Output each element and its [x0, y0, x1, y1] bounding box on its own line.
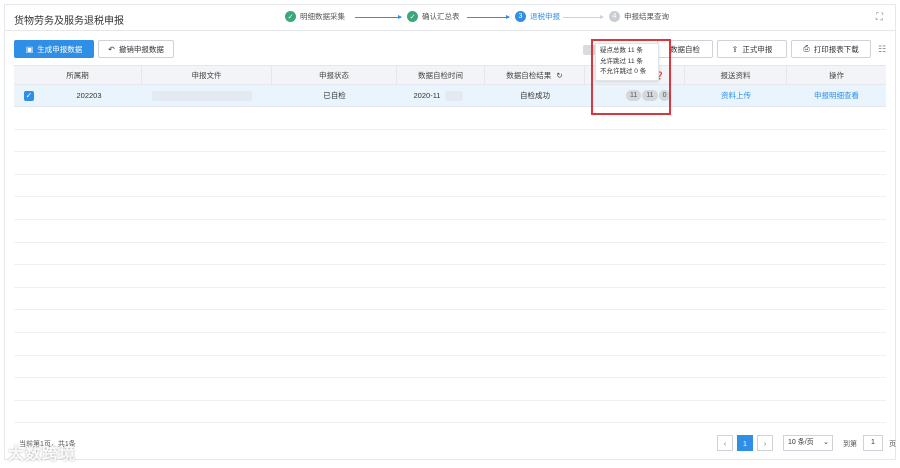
step-2[interactable]: ✓ 确认汇总表: [407, 11, 460, 22]
check-icon: ✓: [407, 11, 418, 22]
generate-data-label: 生成申报数据: [37, 44, 83, 54]
goto-page-input[interactable]: 1: [863, 435, 883, 451]
empty-row: [14, 288, 886, 311]
cell-period: 202203: [76, 91, 102, 100]
app-frame: 货物劳务及服务退税申报 ✓ 明细数据采集 ✓ 确认汇总表 3 退税申报 4 申报…: [4, 4, 896, 460]
formal-declare-button[interactable]: ⇪ 正式申报: [717, 40, 787, 58]
document-icon: ▣: [25, 44, 34, 54]
cell-status: 已自检: [323, 91, 346, 100]
generate-data-button[interactable]: ▣ 生成申报数据: [14, 40, 94, 58]
chevron-down-icon: ⌄: [823, 439, 829, 446]
declaration-table: 所属期 申报文件 申报状态 数据自检时间 数据自检结果 ↻ ❓ 报送资料 操作 …: [14, 65, 886, 424]
upload-materials-link[interactable]: 资料上传: [685, 85, 787, 107]
page-size-value: 10 条/页: [788, 439, 814, 446]
step-arrow: [467, 15, 510, 19]
undo-icon: ↶: [108, 44, 115, 54]
page-title: 货物劳务及服务退税申报: [14, 16, 124, 27]
step-3[interactable]: 3 退税申报: [515, 11, 560, 22]
empty-row: [14, 130, 886, 153]
formal-declare-label: 正式申报: [742, 44, 773, 54]
goto-label: 到第: [843, 441, 857, 448]
empty-row: [14, 265, 886, 288]
watermark-text: 大数跨境: [8, 446, 77, 463]
step-number-icon: 4: [609, 11, 620, 22]
step-3-label: 退税申报: [530, 12, 560, 21]
step-1[interactable]: ✓ 明细数据采集: [285, 11, 345, 22]
prev-page-button[interactable]: ‹: [717, 435, 733, 451]
page-header: 货物劳务及服务退税申报 ✓ 明细数据采集 ✓ 确认汇总表 3 退税申报 4 申报…: [5, 5, 895, 31]
annotation-highlight-box: [591, 39, 671, 115]
step-arrow: [355, 15, 402, 19]
table-row[interactable]: ✓ 202203 已自检 2020-11 自检成功 11 11 0 资料上传 申…: [14, 85, 886, 107]
brand-watermark: 大数跨境: [8, 440, 76, 464]
empty-row: [14, 401, 886, 424]
empty-row: [14, 107, 886, 130]
step-number-icon: 3: [515, 11, 526, 22]
chevron-right-icon: ›: [763, 438, 767, 448]
step-arrow: [563, 15, 604, 19]
empty-row: [14, 243, 886, 266]
empty-row: [14, 378, 886, 401]
empty-row: [14, 310, 886, 333]
empty-row: [14, 220, 886, 243]
revoke-data-button[interactable]: ↶ 撤销申报数据: [98, 40, 174, 58]
print-download-button[interactable]: ⎙ 打印报表下载: [791, 40, 871, 58]
page-unit-label: 页: [889, 441, 896, 448]
empty-row: [14, 152, 886, 175]
col-header-check-time: 数据自检时间: [397, 66, 485, 86]
chevron-left-icon: ‹: [723, 438, 727, 448]
empty-row: [14, 197, 886, 220]
upload-icon: ⇪: [731, 44, 739, 54]
masked-time: [445, 91, 463, 101]
step-4-label: 申报结果查询: [624, 12, 669, 21]
table-header: 所属期 申报文件 申报状态 数据自检时间 数据自检结果 ↻ ❓ 报送资料 操作: [14, 65, 886, 86]
print-download-label: 打印报表下载: [813, 44, 859, 54]
col-header-check-result-label: 数据自检结果: [506, 71, 552, 80]
step-4[interactable]: 4 申报结果查询: [609, 11, 669, 22]
next-page-button[interactable]: ›: [757, 435, 773, 451]
check-icon: ✓: [285, 11, 296, 22]
step-1-label: 明细数据采集: [300, 12, 345, 21]
step-2-label: 确认汇总表: [422, 12, 460, 21]
col-header-check-result[interactable]: 数据自检结果 ↻: [485, 66, 585, 86]
page-number-button[interactable]: 1: [737, 435, 753, 451]
empty-row: [14, 175, 886, 198]
printer-icon: ⎙: [803, 44, 810, 53]
view-details-link[interactable]: 申报明细查看: [787, 85, 886, 107]
col-header-period: 所属期: [14, 66, 142, 86]
empty-row: [14, 356, 886, 379]
page-size-select[interactable]: 10 条/页 ⌄: [783, 435, 833, 451]
revoke-data-label: 撤销申报数据: [118, 44, 164, 54]
col-header-materials: 报送资料: [685, 66, 787, 86]
fullscreen-icon[interactable]: ⛶: [874, 12, 885, 23]
self-check-label: 数据自检: [670, 44, 700, 54]
cell-check-result: 自检成功: [520, 91, 550, 100]
empty-row: [14, 333, 886, 356]
masked-file-name: [152, 91, 252, 101]
col-header-file: 申报文件: [142, 66, 272, 86]
col-header-status: 申报状态: [272, 66, 397, 86]
col-header-actions: 操作: [829, 71, 844, 80]
column-settings-icon[interactable]: ☷: [878, 44, 886, 55]
refresh-icon[interactable]: ↻: [556, 71, 562, 80]
